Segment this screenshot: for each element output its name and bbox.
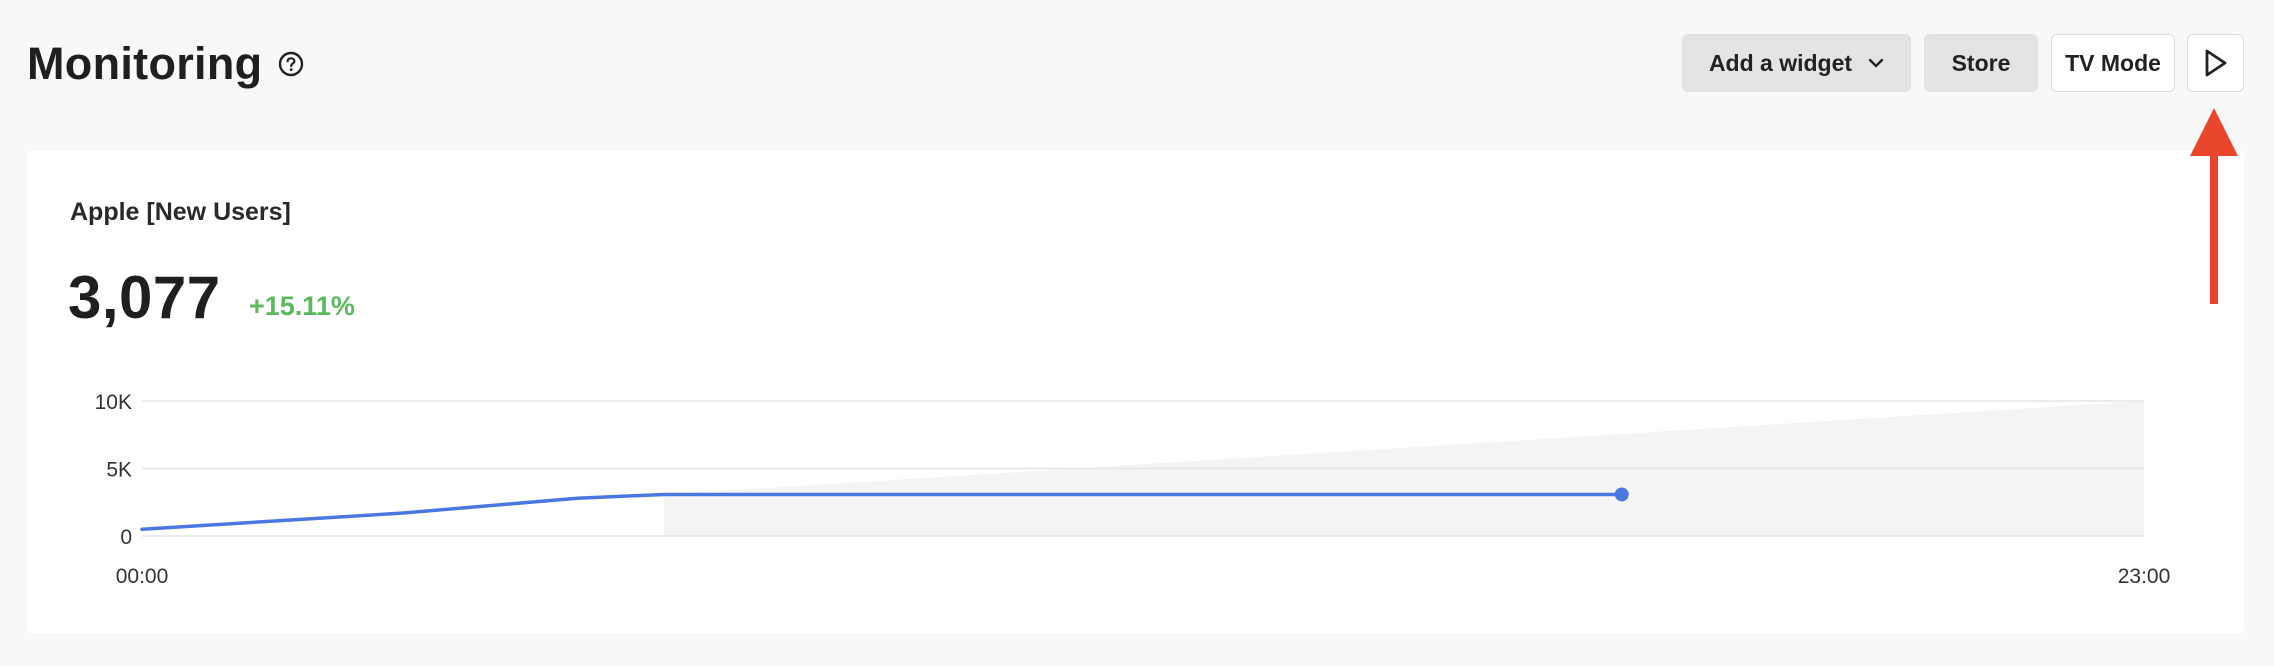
line-chart: 10K 5K 0 00:00 23:00 xyxy=(95,391,2171,588)
tv-mode-button[interactable]: TV Mode xyxy=(2051,34,2175,92)
question-circle-icon[interactable] xyxy=(278,51,304,77)
store-button[interactable]: Store xyxy=(1924,34,2038,92)
play-button[interactable] xyxy=(2187,34,2244,92)
header: Monitoring Add a widget Store TV Mode xyxy=(0,0,2274,130)
play-icon xyxy=(2205,49,2226,77)
page-title: Monitoring xyxy=(27,38,263,89)
annotation-arrow-icon xyxy=(2190,108,2238,304)
widget-card: Apple [New Users] 3,077 +15.11% 10K 5K 0 00… xyxy=(27,151,2244,633)
x-tick-label: 00:00 xyxy=(116,565,169,588)
tv-mode-label: TV Mode xyxy=(2065,49,2161,76)
store-label: Store xyxy=(1951,49,2011,76)
y-tick-label: 0 xyxy=(120,526,132,549)
chevron-down-icon xyxy=(1868,58,1884,68)
y-tick-label: 10K xyxy=(95,391,132,414)
add-widget-label: Add a widget xyxy=(1708,49,1853,76)
add-widget-button[interactable]: Add a widget xyxy=(1682,34,1911,92)
x-tick-label: 23:00 xyxy=(2118,565,2171,588)
y-tick-label: 5K xyxy=(106,459,132,482)
data-point xyxy=(1614,487,1629,502)
